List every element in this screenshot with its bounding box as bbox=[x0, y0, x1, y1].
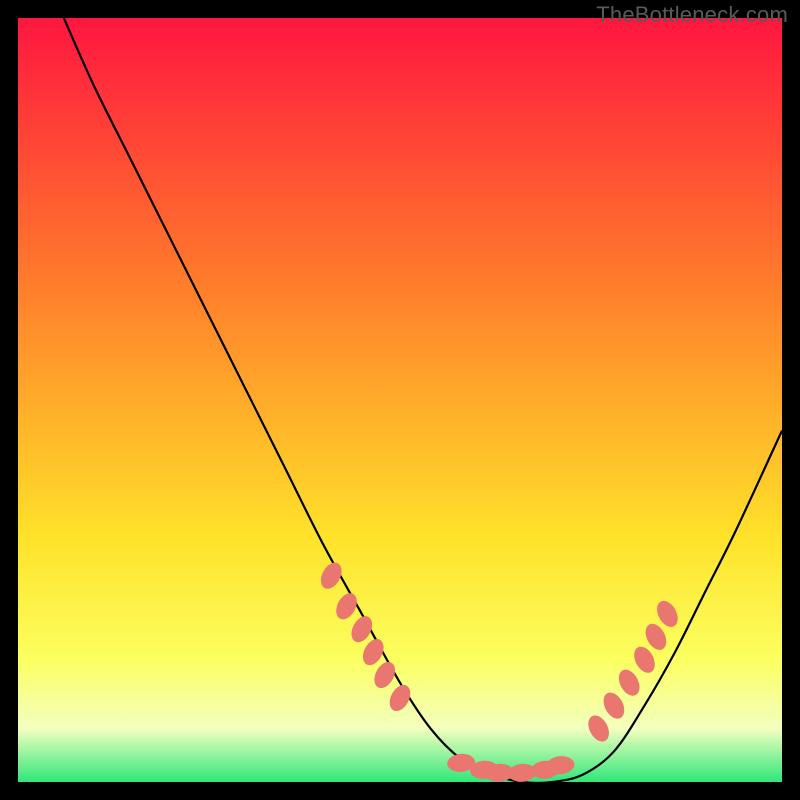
watermark-text: TheBottleneck.com bbox=[596, 2, 788, 28]
bottleneck-chart bbox=[18, 18, 782, 782]
